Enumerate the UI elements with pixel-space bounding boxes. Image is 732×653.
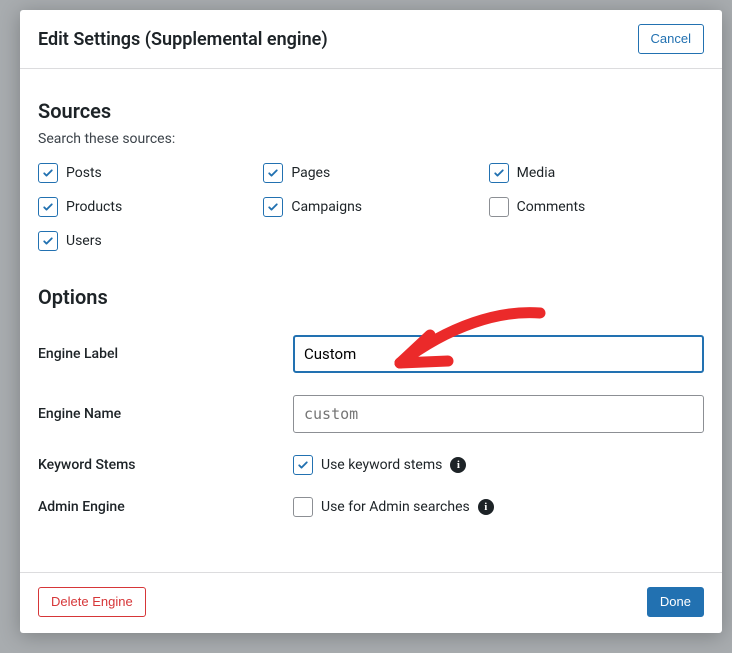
source-label: Media bbox=[517, 165, 556, 181]
checkbox-box[interactable] bbox=[38, 231, 58, 251]
engine-name-input[interactable] bbox=[293, 395, 704, 433]
source-checkbox-media[interactable]: Media bbox=[489, 163, 704, 183]
keyword-stems-checkbox-label: Use keyword stems bbox=[321, 457, 442, 473]
admin-engine-checkbox-label: Use for Admin searches bbox=[321, 499, 470, 515]
source-label: Campaigns bbox=[291, 199, 362, 215]
keyword-stems-checkbox[interactable] bbox=[293, 455, 313, 475]
admin-engine-label: Admin Engine bbox=[38, 499, 293, 515]
check-icon bbox=[267, 167, 279, 179]
engine-name-label: Engine Name bbox=[38, 406, 293, 422]
source-checkbox-campaigns[interactable]: Campaigns bbox=[263, 197, 478, 217]
sources-grid: Posts Pages Media Products Campaigns Comments… bbox=[38, 163, 704, 251]
checkbox-box[interactable] bbox=[38, 163, 58, 183]
source-checkbox-comments[interactable]: Comments bbox=[489, 197, 704, 217]
checkbox-box[interactable] bbox=[263, 163, 283, 183]
delete-engine-button[interactable]: Delete Engine bbox=[38, 587, 146, 617]
checkbox-box[interactable] bbox=[489, 163, 509, 183]
modal-title: Edit Settings (Supplemental engine) bbox=[38, 29, 328, 50]
checkbox-box[interactable] bbox=[38, 197, 58, 217]
source-checkbox-posts[interactable]: Posts bbox=[38, 163, 253, 183]
admin-engine-checkbox[interactable] bbox=[293, 497, 313, 517]
checkbox-box[interactable] bbox=[263, 197, 283, 217]
modal-header: Edit Settings (Supplemental engine) Canc… bbox=[20, 10, 722, 69]
check-icon bbox=[267, 201, 279, 213]
source-checkbox-pages[interactable]: Pages bbox=[263, 163, 478, 183]
check-icon bbox=[42, 167, 54, 179]
source-checkbox-users[interactable]: Users bbox=[38, 231, 253, 251]
source-label: Products bbox=[66, 199, 122, 215]
info-icon[interactable]: i bbox=[478, 499, 494, 515]
annotation-arrow-icon bbox=[370, 295, 550, 385]
check-icon bbox=[297, 459, 309, 471]
check-icon bbox=[42, 201, 54, 213]
keyword-stems-label: Keyword Stems bbox=[38, 457, 293, 473]
engine-label-label: Engine Label bbox=[38, 346, 293, 362]
checkbox-box[interactable] bbox=[489, 197, 509, 217]
done-button[interactable]: Done bbox=[647, 587, 704, 617]
source-label: Pages bbox=[291, 165, 330, 181]
check-icon bbox=[42, 235, 54, 247]
info-icon[interactable]: i bbox=[450, 457, 466, 473]
source-label: Comments bbox=[517, 199, 586, 215]
check-icon bbox=[493, 167, 505, 179]
modal-footer: Delete Engine Done bbox=[20, 572, 722, 633]
source-label: Posts bbox=[66, 165, 102, 181]
cancel-button[interactable]: Cancel bbox=[638, 24, 704, 54]
source-label: Users bbox=[66, 233, 102, 249]
source-checkbox-products[interactable]: Products bbox=[38, 197, 253, 217]
sources-heading: Sources bbox=[38, 99, 704, 123]
sources-subtitle: Search these sources: bbox=[38, 131, 704, 147]
